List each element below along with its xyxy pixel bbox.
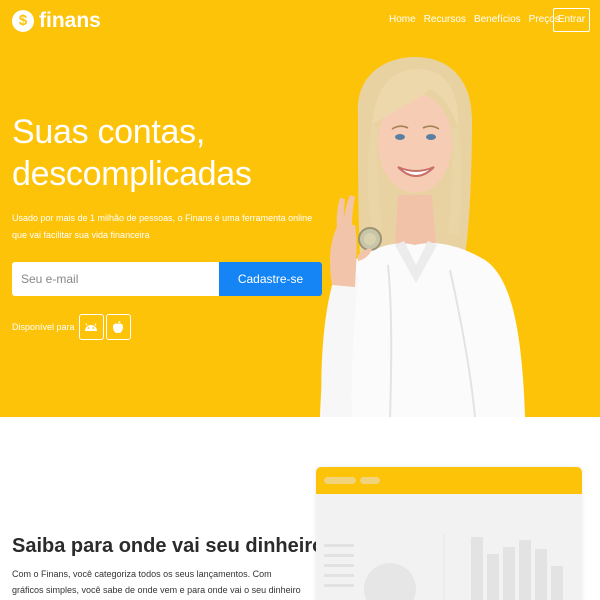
hero-title-line-2: descomplicadas xyxy=(12,155,252,193)
hero-subtitle: Usado por mais de 1 milhão de pessoas, o… xyxy=(12,213,313,240)
preview-header xyxy=(316,467,582,494)
android-icon xyxy=(85,323,98,331)
android-store-button[interactable] xyxy=(78,314,104,340)
preview-body xyxy=(316,494,582,600)
signup-form: Seu e-mail Cadastre-se xyxy=(12,262,322,296)
available-platforms: Disponível para xyxy=(12,314,131,340)
preview-charts xyxy=(324,534,563,600)
woman-with-coin-image xyxy=(320,57,525,417)
feature-text: Com o Finans, você categoriza todos os s… xyxy=(12,569,301,595)
apple-icon xyxy=(113,320,124,333)
hero-section: $ finans Home Recursos Benefícios Preços… xyxy=(0,0,600,417)
login-button[interactable]: Entrar xyxy=(553,8,590,32)
preview-header-pill xyxy=(324,477,356,484)
nav-beneficios-link[interactable]: Benefícios xyxy=(474,14,521,26)
dollar-coin-icon: $ xyxy=(12,10,34,32)
preview-header-pill xyxy=(360,477,380,484)
brand-name: finans xyxy=(39,9,101,32)
feature-title: Saiba para onde vai seu dinheiro xyxy=(12,535,325,557)
hero-title-line-1: Suas contas, xyxy=(12,113,205,151)
apple-store-button[interactable] xyxy=(105,314,131,340)
available-label: Disponível para xyxy=(12,322,75,332)
nav-recursos-link[interactable]: Recursos xyxy=(424,14,466,26)
main-nav: Home Recursos Benefícios Preços xyxy=(389,14,568,26)
email-input[interactable]: Seu e-mail xyxy=(12,262,219,296)
nav-home-link[interactable]: Home xyxy=(389,14,416,26)
dashboard-preview xyxy=(316,467,582,600)
hero-title: Suas contas, descomplicadas xyxy=(12,111,332,195)
brand-logo[interactable]: $ finans xyxy=(12,9,101,33)
